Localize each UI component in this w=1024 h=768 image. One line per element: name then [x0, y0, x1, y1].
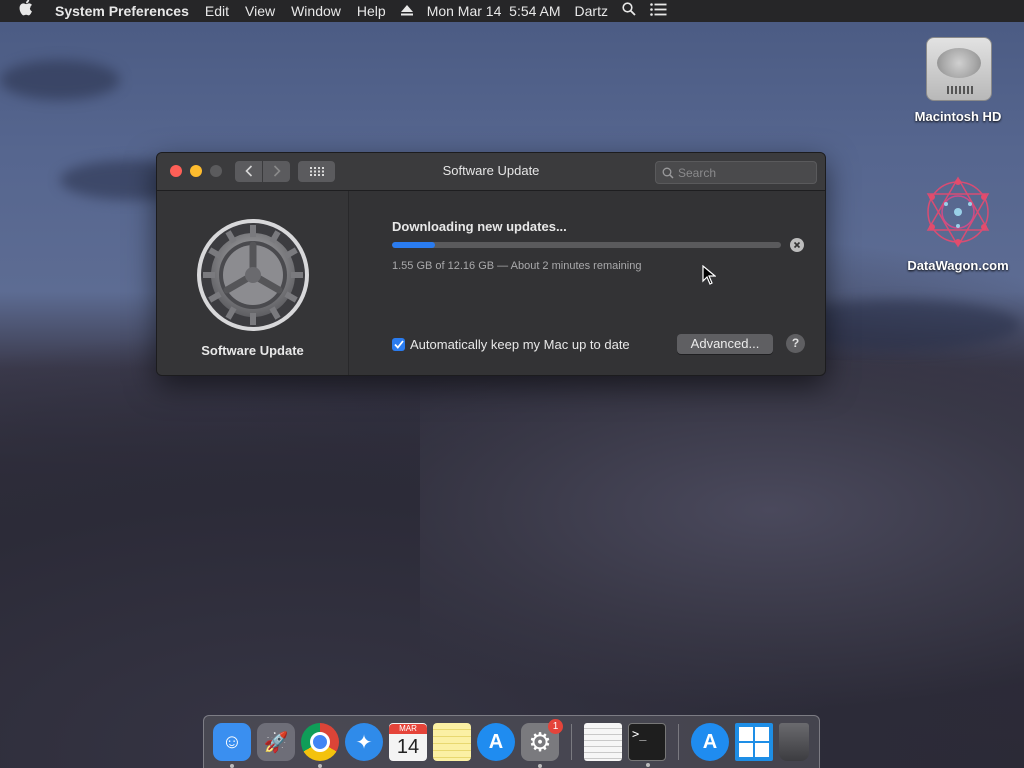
desktop-icon-label: DataWagon.com: [907, 258, 1009, 273]
windows-icon[interactable]: [735, 723, 773, 761]
desktop-icon-label: Macintosh HD: [914, 109, 1002, 124]
chrome-icon[interactable]: [301, 723, 339, 768]
datawagon-logo-icon: [916, 170, 1000, 254]
search-input[interactable]: [678, 165, 808, 180]
menu-clock[interactable]: Mon Mar 14 5:54 AM: [420, 0, 568, 22]
desktop-icon-macintosh-hd[interactable]: Macintosh HD: [903, 33, 1013, 124]
desktop-icon-datawagon[interactable]: DataWagon.com: [903, 170, 1013, 273]
pane-sidebar: Software Update: [157, 191, 349, 375]
calendar-icon[interactable]: MAR 14: [389, 723, 427, 761]
running-indicator: [230, 764, 234, 768]
software-update-window: Software Update Search Software Update D…: [156, 152, 826, 376]
launchpad-icon[interactable]: 🚀: [257, 723, 295, 761]
textedit-icon[interactable]: [584, 723, 622, 761]
help-button[interactable]: ?: [786, 334, 805, 353]
running-indicator: [646, 763, 650, 767]
software-update-gear-icon: [197, 219, 309, 331]
mouse-cursor-icon: [702, 265, 716, 285]
menu-extras: Mon Mar 14 5:54 AM Dartz: [394, 0, 1024, 22]
checkmark-icon: [393, 340, 404, 349]
apple-logo-icon[interactable]: [0, 0, 47, 23]
terminal-icon[interactable]: >_: [628, 723, 666, 767]
dock-separator: [571, 724, 572, 760]
download-progress-bar: [392, 242, 781, 248]
system-preferences-icon[interactable]: ⚙ 1: [521, 719, 563, 768]
cancel-download-button[interactable]: [790, 238, 804, 252]
menu-bar: System Preferences Edit View Window Help…: [0, 0, 1024, 22]
running-indicator: [538, 764, 542, 768]
menu-view[interactable]: View: [237, 0, 283, 22]
search-field[interactable]: [655, 161, 817, 184]
notes-icon[interactable]: [433, 723, 471, 761]
search-icon: [662, 167, 674, 179]
menu-user[interactable]: Dartz: [568, 0, 615, 22]
advanced-button[interactable]: Advanced...: [677, 334, 773, 354]
hard-drive-icon: [922, 33, 994, 103]
auto-update-checkbox[interactable]: [392, 338, 405, 351]
menu-help[interactable]: Help: [349, 0, 394, 22]
menu-edit[interactable]: Edit: [197, 0, 237, 22]
window-titlebar[interactable]: Software Update: [157, 153, 825, 191]
menu-window[interactable]: Window: [283, 0, 349, 22]
window-content: Software Update Downloading new updates.…: [157, 191, 825, 375]
running-indicator: [318, 764, 322, 768]
eject-icon[interactable]: [394, 0, 420, 22]
auto-update-label: Automatically keep my Mac up to date: [410, 337, 630, 352]
download-progress-fill: [392, 242, 435, 248]
wallpaper-dune-highlight: [420, 360, 1024, 768]
spotlight-search-icon[interactable]: [615, 0, 643, 22]
close-icon: [793, 241, 801, 249]
auto-update-row[interactable]: Automatically keep my Mac up to date: [392, 337, 630, 352]
pane-label: Software Update: [201, 343, 304, 358]
menu-app-name[interactable]: System Preferences: [47, 0, 197, 22]
wallpaper-cloud: [0, 60, 120, 100]
dock: ☺ 🚀 ✦ MAR 14 A ⚙ 1 >_ A: [203, 715, 820, 768]
download-title: Downloading new updates...: [392, 219, 567, 234]
app-store-icon[interactable]: A: [477, 723, 515, 761]
dock-separator: [678, 724, 679, 760]
safari-icon[interactable]: ✦: [345, 723, 383, 761]
notification-center-icon[interactable]: [643, 0, 681, 22]
trash-icon[interactable]: [779, 723, 809, 761]
update-panel: Downloading new updates... 1.55 GB of 12…: [349, 191, 825, 375]
app-store-downloads-icon[interactable]: A: [691, 723, 729, 761]
finder-icon[interactable]: ☺: [213, 723, 251, 768]
notification-badge: 1: [548, 719, 563, 734]
download-status: 1.55 GB of 12.16 GB — About 2 minutes re…: [392, 260, 642, 272]
